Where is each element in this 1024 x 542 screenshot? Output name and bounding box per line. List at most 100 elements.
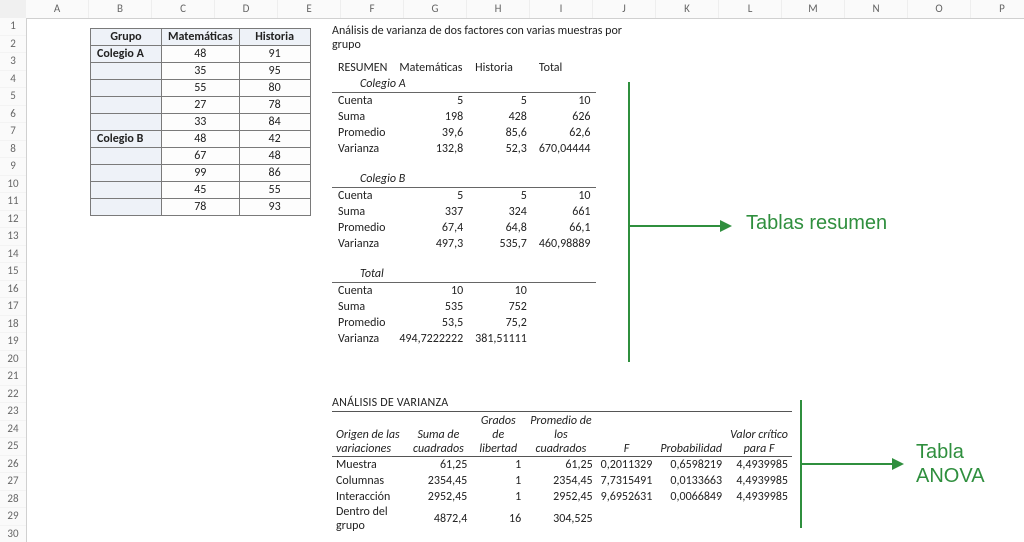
anova-row-label: Muestra	[332, 457, 405, 474]
data-cell[interactable]: 95	[239, 63, 310, 80]
select-all-corner[interactable]	[0, 0, 27, 19]
row-header-20[interactable]: 20	[0, 351, 26, 369]
group-cell[interactable]: Colegio A	[91, 46, 162, 63]
row-header-14[interactable]: 14	[0, 246, 26, 264]
row-header-2[interactable]: 2	[0, 36, 26, 54]
data-header[interactable]: Grupo	[91, 29, 162, 46]
row-header-25[interactable]: 25	[0, 438, 26, 456]
group-cell[interactable]	[91, 63, 162, 80]
data-header[interactable]: Matemáticas	[162, 29, 240, 46]
data-cell[interactable]: 55	[162, 80, 240, 97]
row-header-28[interactable]: 28	[0, 491, 26, 509]
row-header-1[interactable]: 1	[0, 18, 26, 36]
row-header-21[interactable]: 21	[0, 368, 26, 386]
anova-value: 1	[471, 473, 525, 489]
summary-value: 75,2	[469, 315, 533, 331]
row-header-9[interactable]: 9	[0, 158, 26, 176]
group-cell[interactable]	[91, 182, 162, 199]
data-cell[interactable]: 42	[239, 131, 310, 148]
row-header-10[interactable]: 10	[0, 176, 26, 194]
summary-value: 10	[533, 93, 597, 110]
row-header-19[interactable]: 19	[0, 333, 26, 351]
row-header-15[interactable]: 15	[0, 263, 26, 281]
anova-value	[597, 505, 657, 533]
data-cell[interactable]: 93	[239, 199, 310, 216]
column-header-G[interactable]: G	[404, 0, 467, 18]
row-header-27[interactable]: 27	[0, 473, 26, 491]
data-cell[interactable]: 48	[162, 46, 240, 63]
row-header-23[interactable]: 23	[0, 403, 26, 421]
data-header[interactable]: Historia	[239, 29, 310, 46]
data-cell[interactable]: 78	[162, 199, 240, 216]
row-header-30[interactable]: 30	[0, 526, 26, 542]
column-header-L[interactable]: L	[719, 0, 782, 18]
anova-value: 4,4939985	[726, 457, 792, 474]
group-cell[interactable]	[91, 97, 162, 114]
row-header-7[interactable]: 7	[0, 123, 26, 141]
row-header-29[interactable]: 29	[0, 508, 26, 526]
anova-col-header: Grados de libertad	[471, 414, 525, 457]
data-cell[interactable]: 99	[162, 165, 240, 182]
group-cell[interactable]: Colegio B	[91, 131, 162, 148]
summary-header-col: Total	[533, 60, 597, 76]
column-header-I[interactable]: I	[530, 0, 593, 18]
column-header-H[interactable]: H	[467, 0, 530, 18]
row-header-17[interactable]: 17	[0, 298, 26, 316]
group-cell[interactable]	[91, 80, 162, 97]
summary-row-label: Varianza	[332, 236, 393, 252]
row-headers[interactable]: 1234567891011121314151617181920212223242…	[0, 18, 27, 542]
data-cell[interactable]: 27	[162, 97, 240, 114]
input-data-table[interactable]: GrupoMatemáticasHistoriaColegio A4891359…	[90, 28, 311, 216]
data-cell[interactable]: 80	[239, 80, 310, 97]
row-header-12[interactable]: 12	[0, 211, 26, 229]
summary-value: 132,8	[393, 141, 469, 157]
column-header-K[interactable]: K	[656, 0, 719, 18]
column-header-M[interactable]: M	[782, 0, 845, 18]
arrow-icon	[630, 225, 730, 227]
summary-row-label: Promedio	[332, 220, 393, 236]
anova-panel: ANÁLISIS DE VARIANZA Origen de las varia…	[332, 396, 792, 542]
data-cell[interactable]: 55	[239, 182, 310, 199]
data-cell[interactable]: 67	[162, 148, 240, 165]
anova-col-header: F	[597, 414, 657, 457]
data-cell[interactable]: 91	[239, 46, 310, 63]
row-header-18[interactable]: 18	[0, 316, 26, 334]
column-header-P[interactable]: P	[971, 0, 1024, 18]
summary-value: 381,51111	[469, 331, 533, 347]
column-header-C[interactable]: C	[152, 0, 215, 18]
data-cell[interactable]: 35	[162, 63, 240, 80]
column-header-N[interactable]: N	[845, 0, 908, 18]
row-header-4[interactable]: 4	[0, 71, 26, 89]
row-header-22[interactable]: 22	[0, 386, 26, 404]
data-cell[interactable]: 48	[239, 148, 310, 165]
data-cell[interactable]: 33	[162, 114, 240, 131]
group-cell[interactable]	[91, 199, 162, 216]
row-header-16[interactable]: 16	[0, 281, 26, 299]
data-cell[interactable]: 78	[239, 97, 310, 114]
data-cell[interactable]: 84	[239, 114, 310, 131]
summary-value: 5	[393, 188, 469, 205]
group-cell[interactable]	[91, 114, 162, 131]
row-header-24[interactable]: 24	[0, 421, 26, 439]
column-header-J[interactable]: J	[593, 0, 656, 18]
group-cell[interactable]	[91, 148, 162, 165]
column-header-D[interactable]: D	[215, 0, 278, 18]
column-header-A[interactable]: A	[26, 0, 89, 18]
column-header-B[interactable]: B	[89, 0, 152, 18]
row-header-3[interactable]: 3	[0, 53, 26, 71]
column-headers[interactable]: ABCDEFGHIJKLMNOP	[26, 0, 1024, 19]
arrow-icon	[802, 463, 902, 465]
row-header-26[interactable]: 26	[0, 456, 26, 474]
row-header-13[interactable]: 13	[0, 228, 26, 246]
row-header-8[interactable]: 8	[0, 141, 26, 159]
row-header-5[interactable]: 5	[0, 88, 26, 106]
column-header-O[interactable]: O	[908, 0, 971, 18]
column-header-E[interactable]: E	[278, 0, 341, 18]
data-cell[interactable]: 48	[162, 131, 240, 148]
row-header-11[interactable]: 11	[0, 193, 26, 211]
row-header-6[interactable]: 6	[0, 106, 26, 124]
column-header-F[interactable]: F	[341, 0, 404, 18]
group-cell[interactable]	[91, 165, 162, 182]
data-cell[interactable]: 86	[239, 165, 310, 182]
data-cell[interactable]: 45	[162, 182, 240, 199]
